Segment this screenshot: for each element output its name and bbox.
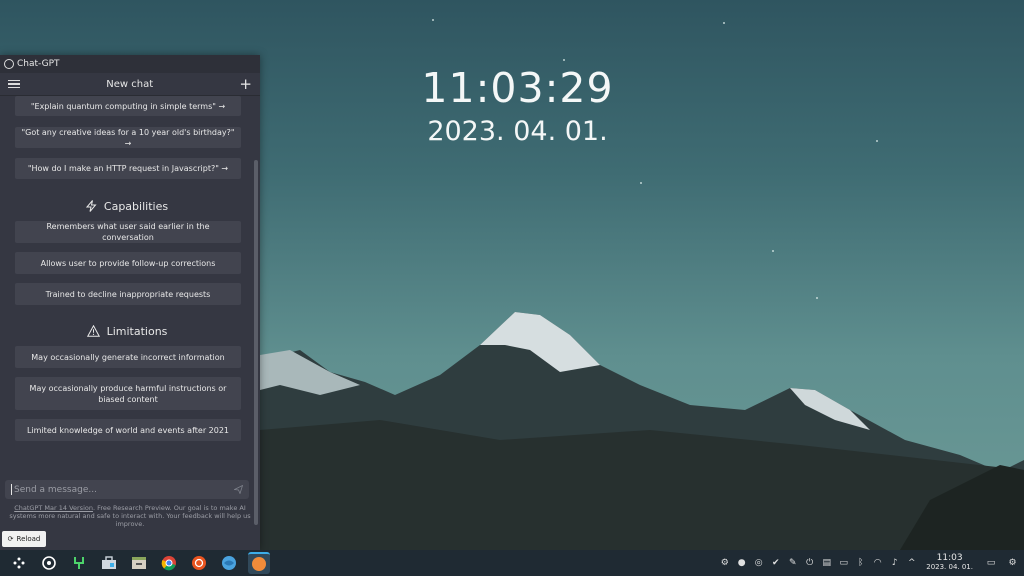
clipboard-tray-icon[interactable]: ✎ bbox=[787, 558, 798, 569]
system-tray: ⚙ ● ◎ ✔ ✎ ⏻ ▤ ▭ ᛒ ◠ ♪ ^ 11:03 2023. 04. … bbox=[716, 550, 1024, 576]
files-icon[interactable] bbox=[128, 552, 150, 574]
taskbar: ⚙ ● ◎ ✔ ✎ ⏻ ▤ ▭ ᛒ ◠ ♪ ^ 11:03 2023. 04. … bbox=[0, 550, 1024, 576]
capabilities-heading: Capabilities bbox=[0, 197, 254, 215]
send-icon[interactable] bbox=[234, 485, 243, 494]
browser-icon[interactable] bbox=[218, 552, 240, 574]
volume-icon[interactable]: ♪ bbox=[889, 558, 900, 569]
chatgpt-logo-icon bbox=[4, 59, 14, 69]
text-caret bbox=[11, 484, 12, 495]
limitation-item-3: Limited knowledge of world and events af… bbox=[15, 419, 241, 441]
limitation-item-2: May occasionally produce harmful instruc… bbox=[15, 377, 241, 410]
store-icon[interactable] bbox=[98, 552, 120, 574]
chrome-icon[interactable] bbox=[158, 552, 180, 574]
capability-item-1: Remembers what user said earlier in the … bbox=[15, 221, 241, 243]
battery-tray-icon[interactable]: ▭ bbox=[838, 558, 849, 569]
reload-button[interactable]: ⟳ Reload bbox=[2, 531, 46, 547]
settings-tray-icon[interactable]: ⚙ bbox=[1007, 558, 1018, 569]
show-desktop-icon[interactable]: ▭ bbox=[984, 558, 998, 569]
taskbar-time: 11:03 bbox=[936, 553, 963, 563]
taskbar-clock[interactable]: 11:03 2023. 04. 01. bbox=[926, 554, 973, 572]
window-titlebar[interactable]: Chat-GPT bbox=[0, 55, 260, 73]
clock-date: 2023. 04. 01. bbox=[427, 116, 608, 147]
bluetooth-icon[interactable]: ᛒ bbox=[855, 558, 866, 569]
wifi-icon[interactable]: ◠ bbox=[872, 558, 883, 569]
reload-label: Reload bbox=[16, 535, 41, 543]
window-title: Chat-GPT bbox=[17, 59, 60, 69]
taskbar-date: 2023. 04. 01. bbox=[926, 563, 973, 571]
menu-icon[interactable] bbox=[8, 80, 20, 88]
message-input[interactable]: Send a message... bbox=[5, 480, 249, 499]
chat-title: New chat bbox=[106, 78, 154, 90]
software-center-icon[interactable] bbox=[188, 552, 210, 574]
limitations-title: Limitations bbox=[106, 324, 168, 338]
clock-time: 11:03:29 bbox=[421, 64, 614, 112]
sync-tray-icon[interactable]: ◎ bbox=[753, 558, 764, 569]
version-link[interactable]: ChatGPT Mar 14 Version bbox=[14, 504, 93, 512]
desktop-clock: 11:03:29 2023. 04. 01. bbox=[405, 64, 630, 147]
launcher-icon[interactable] bbox=[8, 552, 30, 574]
chat-header: New chat + bbox=[0, 73, 260, 96]
footer-disclaimer: ChatGPT Mar 14 Version. Free Research Pr… bbox=[8, 504, 252, 528]
example-prompt-1[interactable]: "Explain quantum computing in simple ter… bbox=[15, 96, 241, 116]
message-placeholder: Send a message... bbox=[14, 484, 97, 495]
example-prompt-3[interactable]: "How do I make an HTTP request in Javasc… bbox=[15, 158, 241, 179]
chevron-up-icon[interactable]: ^ bbox=[906, 558, 917, 569]
capability-item-3: Trained to decline inappropriate request… bbox=[15, 283, 241, 305]
power-tray-icon[interactable]: ⏻ bbox=[804, 558, 815, 569]
lightning-icon bbox=[85, 200, 97, 212]
scrollbar[interactable] bbox=[254, 160, 258, 525]
new-chat-plus-icon[interactable]: + bbox=[239, 76, 252, 92]
network-tray-icon[interactable]: ⚙ bbox=[719, 558, 730, 569]
limitations-heading: Limitations bbox=[0, 322, 254, 340]
example-prompt-2[interactable]: "Got any creative ideas for a 10 year ol… bbox=[15, 127, 241, 148]
chatgpt-taskbar-icon[interactable] bbox=[38, 552, 60, 574]
compass-icon[interactable] bbox=[248, 552, 270, 574]
warning-icon bbox=[86, 325, 100, 337]
capabilities-title: Capabilities bbox=[103, 199, 169, 213]
chatgpt-window: Chat-GPT New chat + "Explain quantum com… bbox=[0, 55, 260, 550]
user-tray-icon[interactable]: ● bbox=[736, 558, 747, 569]
reload-icon: ⟳ bbox=[7, 535, 14, 543]
capability-item-2: Allows user to provide follow-up correct… bbox=[15, 252, 241, 274]
chat-content: "Explain quantum computing in simple ter… bbox=[0, 96, 254, 526]
notes-tray-icon[interactable]: ▤ bbox=[821, 558, 832, 569]
check-tray-icon[interactable]: ✔ bbox=[770, 558, 781, 569]
dev-tool-icon[interactable] bbox=[68, 552, 90, 574]
limitation-item-1: May occasionally generate incorrect info… bbox=[15, 346, 241, 368]
